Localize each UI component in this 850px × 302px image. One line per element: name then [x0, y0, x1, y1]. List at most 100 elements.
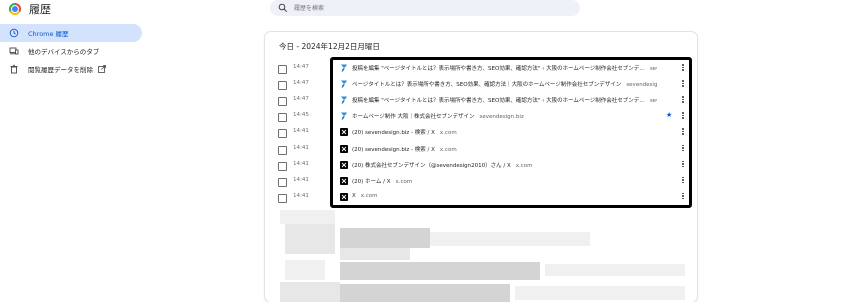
blurred-content — [280, 282, 340, 302]
domain-text: x.com — [395, 178, 413, 185]
trash-icon — [10, 64, 18, 74]
page-title: 履歴 — [29, 3, 51, 16]
sidebar-item-clear-data[interactable]: 閲覧履歴データを削除 — [0, 60, 142, 78]
page-title-text: ホームページ制作 大阪｜株式会社セブンデザイン — [352, 114, 475, 121]
history-row[interactable]: 14:41 (20) 株式会社セブンデザイン（@sevendesign2010）さ… — [265, 158, 697, 174]
domain-text: sevendesign.biz — [626, 82, 657, 89]
bookmark-star-icon: ★ — [666, 111, 673, 120]
history-row[interactable]: 14:47 投稿を編集 "ページタイトルとは？表示場所や書き方、SEO効果、確認方… — [265, 93, 697, 109]
history-link[interactable]: (20) sevendesign.biz - 検索 / X x.com — [352, 145, 457, 153]
chrome-logo-icon — [9, 3, 21, 15]
page-title-text: X — [352, 192, 356, 199]
more-actions-icon[interactable] — [681, 111, 685, 121]
search-input[interactable] — [292, 3, 556, 13]
history-row[interactable]: 14:47 ページタイトルとは？表示場所や書き方、SEO効果、確認方法｜大阪のホー… — [265, 77, 697, 93]
visit-time: 14:41 — [293, 160, 309, 167]
more-actions-icon[interactable] — [681, 127, 685, 137]
row-checkbox[interactable] — [278, 97, 287, 107]
row-checkbox[interactable] — [278, 129, 287, 139]
history-row[interactable]: 14:41 Xx.com — [265, 190, 697, 206]
sidebar-item-label: 閲覧履歴データを削除 — [28, 66, 93, 74]
x-favicon-icon — [340, 192, 348, 201]
history-link[interactable]: ホームページ制作 大阪｜株式会社セブンデザイン sevendesign.biz — [352, 112, 524, 120]
visit-time: 14:41 — [293, 192, 309, 199]
visit-time: 14:41 — [293, 144, 309, 151]
blurred-content — [430, 232, 590, 246]
history-link[interactable]: 投稿を編集 "ページタイトルとは？表示場所や書き方、SEO効果、確認方法" ‹ … — [352, 64, 657, 72]
more-actions-icon[interactable] — [681, 192, 685, 202]
blurred-content — [340, 248, 410, 260]
domain-text: sevendesig… — [649, 98, 657, 105]
blurred-content — [280, 210, 335, 224]
visit-time: 14:47 — [293, 64, 309, 70]
seven-design-favicon-icon — [341, 96, 347, 104]
search-bar[interactable] — [270, 0, 580, 16]
blurred-content — [545, 264, 685, 276]
domain-text: x.com — [515, 162, 533, 169]
history-link[interactable]: (20) sevendesign.biz - 検索 / X x.com — [352, 128, 457, 136]
sidebar-item-label: 他のデバイスからのタブ — [28, 48, 100, 56]
date-heading: 今日 - 2024年12月2日月曜日 — [279, 42, 380, 51]
domain-text: x.com — [439, 146, 457, 153]
page-title-text: 投稿を編集 "ページタイトルとは？表示場所や書き方、SEO効果、確認方法" ‹ … — [352, 66, 645, 72]
x-favicon-icon — [340, 176, 348, 185]
domain-text: sevendesig… — [649, 66, 657, 72]
page-title-text: (20) sevendesign.biz - 検索 / X — [352, 146, 435, 153]
more-actions-icon[interactable] — [681, 79, 685, 89]
history-row[interactable]: 14:41 (20) sevendesign.biz - 検索 / X x.com — [265, 125, 697, 141]
blurred-content — [285, 224, 335, 254]
page-title-text: (20) sevendesign.biz - 検索 / X — [352, 130, 435, 137]
seven-design-favicon-icon — [341, 80, 347, 88]
sidebar-item-label: Chrome 履歴 — [28, 30, 69, 38]
history-link[interactable]: (20) ホーム / X x.com — [352, 177, 412, 185]
row-checkbox[interactable] — [278, 177, 287, 187]
history-row[interactable]: 14:47 投稿を編集 "ページタイトルとは？表示場所や書き方、SEO効果、確認方… — [265, 61, 697, 77]
visit-time: 14:41 — [293, 176, 309, 183]
page-title-text: (20) ホーム / X — [352, 178, 391, 185]
more-actions-icon[interactable] — [681, 160, 685, 170]
domain-text: sevendesign.biz — [479, 114, 524, 121]
history-row[interactable]: 14:41 (20) sevendesign.biz - 検索 / X x.com — [265, 142, 697, 158]
visit-time: 14:47 — [293, 80, 309, 87]
devices-icon — [9, 47, 19, 55]
more-actions-icon[interactable] — [681, 95, 685, 105]
page-title-text: (20) 株式会社セブンデザイン（@sevendesign2010）さん / X — [352, 162, 511, 169]
history-link[interactable]: 投稿を編集 "ページタイトルとは？表示場所や書き方、SEO効果、確認方法" ‹ … — [352, 96, 657, 104]
search-icon — [278, 3, 288, 13]
visit-time: 14:41 — [293, 128, 309, 135]
domain-text: x.com — [360, 192, 378, 199]
row-checkbox[interactable] — [278, 81, 287, 91]
history-icon — [9, 28, 19, 38]
history-link[interactable]: ページタイトルとは？表示場所や書き方、SEO効果、確認方法｜大阪のホームページ制… — [352, 80, 657, 88]
external-link-icon — [98, 65, 106, 73]
row-checkbox[interactable] — [278, 113, 287, 123]
history-row[interactable]: 14:41 (20) ホーム / X x.com — [265, 174, 697, 190]
more-actions-icon[interactable] — [681, 144, 685, 154]
blurred-content — [285, 260, 325, 280]
page-title-text: ページタイトルとは？表示場所や書き方、SEO効果、確認方法｜大阪のホームページ制… — [352, 82, 622, 89]
sidebar-item-other-devices[interactable]: 他のデバイスからのタブ — [0, 42, 142, 60]
x-favicon-icon — [340, 160, 348, 169]
history-link[interactable]: (20) 株式会社セブンデザイン（@sevendesign2010）さん / X… — [352, 161, 533, 169]
history-card: 今日 - 2024年12月2日月曜日 14:47 投稿を編集 "ページタイトルとは… — [265, 32, 697, 302]
sidebar: Chrome 履歴 他のデバイスからのタブ 閲覧履歴データを削除 — [0, 24, 142, 78]
blurred-content — [340, 284, 510, 302]
history-link[interactable]: Xx.com — [352, 193, 378, 199]
row-checkbox[interactable] — [278, 193, 287, 203]
x-favicon-icon — [340, 128, 348, 137]
visit-time: 14:47 — [293, 96, 309, 103]
history-row[interactable]: 14:45 ホームページ制作 大阪｜株式会社セブンデザイン sevendesign.… — [265, 109, 697, 125]
visit-time: 14:45 — [293, 112, 309, 119]
more-actions-icon[interactable] — [681, 63, 685, 73]
blurred-content — [515, 286, 685, 300]
blurred-content — [340, 228, 430, 248]
row-checkbox[interactable] — [278, 145, 287, 155]
row-checkbox[interactable] — [278, 65, 287, 74]
row-checkbox[interactable] — [278, 161, 287, 171]
sidebar-item-chrome-history[interactable]: Chrome 履歴 — [0, 24, 142, 42]
blurred-content — [340, 262, 540, 280]
domain-text: x.com — [439, 130, 457, 137]
seven-design-favicon-icon — [341, 112, 347, 120]
x-favicon-icon — [340, 144, 348, 153]
more-actions-icon[interactable] — [681, 176, 685, 186]
